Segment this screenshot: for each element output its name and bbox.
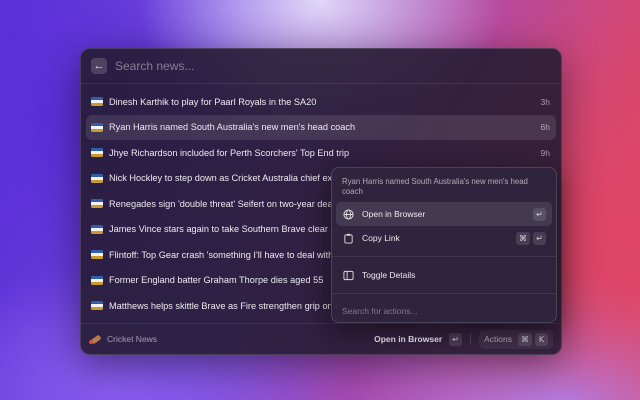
news-favicon-icon [91, 301, 103, 311]
news-item-title: Ryan Harris named South Australia's new … [109, 122, 356, 133]
back-button[interactable]: ← [91, 58, 107, 74]
clipboard-icon [342, 232, 354, 244]
actions-popup: Ryan Harris named South Australia's new … [331, 167, 557, 323]
sidebar-icon [342, 269, 354, 281]
command-key-hint: ⌘ [518, 332, 532, 346]
primary-action-button[interactable]: Open in Browser [374, 334, 442, 344]
actions-label: Actions [484, 334, 512, 344]
copy-link-action[interactable]: Copy Link ⌘ ↵ [336, 226, 552, 250]
news-item-time: 3h [540, 96, 550, 107]
news-item[interactable]: Dinesh Karthik to play for Paarl Royals … [86, 89, 556, 115]
action-label: Toggle Details [362, 270, 416, 280]
popup-divider [332, 293, 556, 294]
popup-divider [332, 256, 556, 257]
actions-button[interactable]: Actions ⌘ K [479, 329, 553, 349]
arrow-left-icon: ← [93, 60, 105, 72]
action-search-input[interactable] [342, 306, 546, 316]
news-favicon-icon [91, 122, 103, 132]
footer-divider [470, 333, 472, 345]
news-favicon-icon [91, 173, 103, 183]
news-favicon-icon [91, 275, 103, 285]
cricket-bat-icon [89, 333, 101, 345]
enter-key-hint: ↵ [533, 207, 546, 221]
extension-name: Cricket News [107, 334, 158, 344]
popup-title: Ryan Harris named South Australia's new … [342, 177, 528, 196]
news-item[interactable]: Jhye Richardson included for Perth Scorc… [86, 140, 556, 166]
search-input[interactable] [115, 59, 495, 73]
action-label: Open in Browser [362, 209, 426, 219]
k-key-hint: K [535, 332, 548, 346]
news-favicon-icon [91, 250, 103, 260]
news-item-selected[interactable]: Ryan Harris named South Australia's new … [86, 114, 556, 140]
news-favicon-icon [91, 224, 103, 234]
news-item-time: 6h [540, 122, 550, 133]
news-favicon-icon [91, 97, 103, 107]
enter-key-hint: ↵ [449, 332, 463, 346]
news-favicon-icon [91, 148, 103, 158]
news-favicon-icon [91, 199, 103, 209]
open-in-browser-action[interactable]: Open in Browser ↵ [336, 202, 552, 226]
globe-icon [342, 208, 354, 220]
action-search [332, 300, 556, 322]
action-label: Copy Link [362, 233, 400, 243]
enter-key-hint: ↵ [533, 231, 546, 245]
news-item-time: 9h [540, 147, 550, 158]
toggle-details-action[interactable]: Toggle Details [336, 263, 552, 287]
news-item-title: Dinesh Karthik to play for Paarl Royals … [109, 96, 317, 107]
command-key-hint: ⌘ [516, 231, 530, 245]
action-bar: Cricket News Open in Browser ↵ Actions ⌘… [81, 323, 561, 354]
search-bar: ← [81, 49, 561, 84]
news-item-title: Jhye Richardson included for Perth Scorc… [109, 147, 350, 158]
